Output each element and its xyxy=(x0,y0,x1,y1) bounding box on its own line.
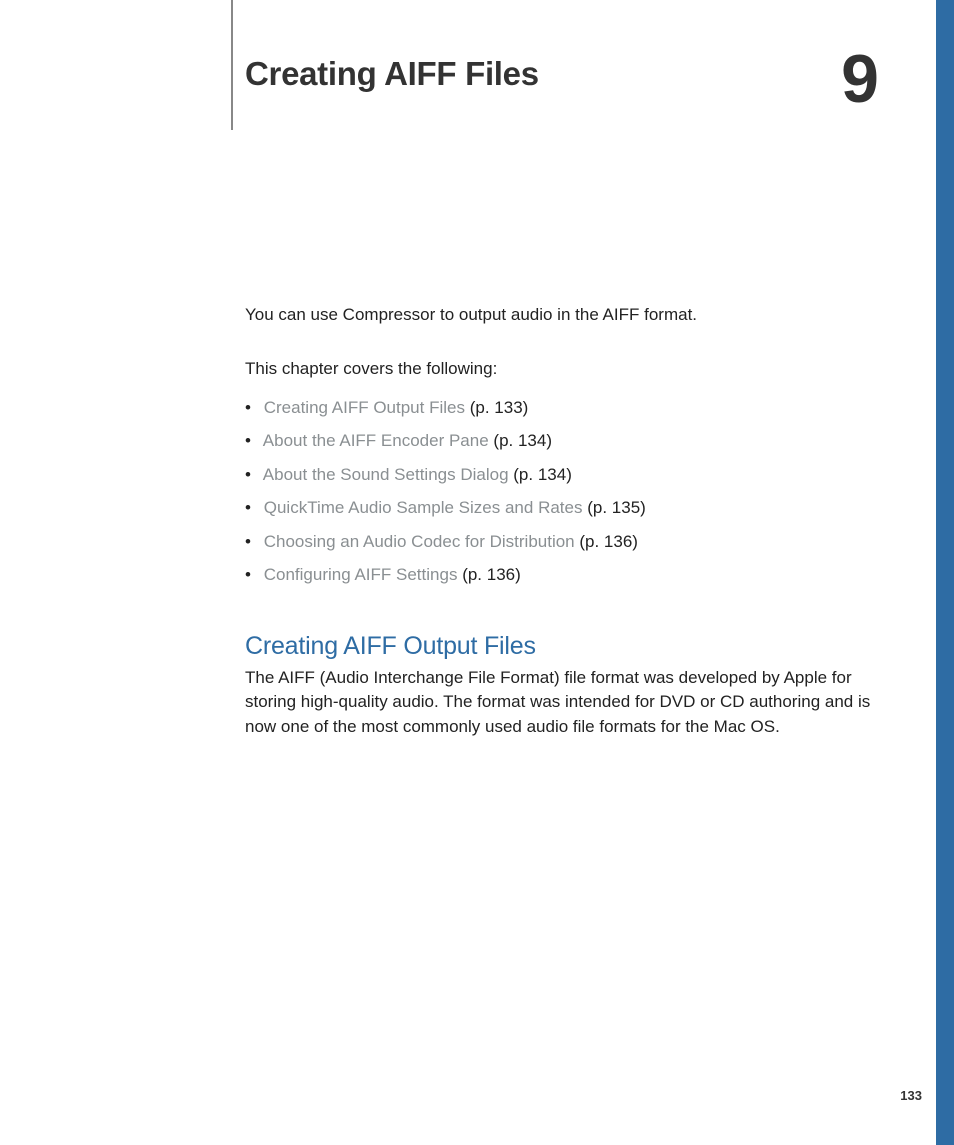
toc-page-ref: (p. 136) xyxy=(579,532,638,551)
chapter-toc: • Creating AIFF Output Files (p. 133) • … xyxy=(245,391,875,592)
bullet-icon: • xyxy=(245,529,259,555)
bullet-icon: • xyxy=(245,495,259,521)
toc-link[interactable]: QuickTime Audio Sample Sizes and Rates xyxy=(264,498,583,517)
page-accent-bar xyxy=(936,0,954,1145)
toc-page-ref: (p. 134) xyxy=(513,465,572,484)
toc-item: • About the Sound Settings Dialog (p. 13… xyxy=(245,458,875,492)
document-page: 9 Creating AIFF Files You can use Compre… xyxy=(0,0,954,1145)
toc-page-ref: (p. 134) xyxy=(493,431,552,450)
section-heading: Creating AIFF Output Files xyxy=(245,632,875,661)
toc-link[interactable]: Configuring AIFF Settings xyxy=(264,565,458,584)
toc-page-ref: (p. 135) xyxy=(587,498,646,517)
section-body: The AIFF (Audio Interchange File Format)… xyxy=(245,666,875,740)
chapter-title: Creating AIFF Files xyxy=(245,55,875,93)
toc-link[interactable]: Choosing an Audio Codec for Distribution xyxy=(264,532,575,551)
bullet-icon: • xyxy=(245,395,259,421)
toc-link[interactable]: About the AIFF Encoder Pane xyxy=(263,431,489,450)
bullet-icon: • xyxy=(245,462,259,488)
page-number: 133 xyxy=(900,1088,922,1103)
chapter-covers-label: This chapter covers the following: xyxy=(245,357,875,381)
toc-item: • Configuring AIFF Settings (p. 136) xyxy=(245,558,875,592)
bullet-icon: • xyxy=(245,562,259,588)
intro-text: You can use Compressor to output audio i… xyxy=(245,303,875,327)
toc-item: • QuickTime Audio Sample Sizes and Rates… xyxy=(245,491,875,525)
toc-item: • Choosing an Audio Codec for Distributi… xyxy=(245,525,875,559)
toc-page-ref: (p. 136) xyxy=(462,565,521,584)
bullet-icon: • xyxy=(245,428,259,454)
toc-item: • About the AIFF Encoder Pane (p. 134) xyxy=(245,424,875,458)
chapter-header-rule xyxy=(231,0,233,130)
toc-page-ref: (p. 133) xyxy=(470,398,529,417)
content-area: Creating AIFF Files You can use Compress… xyxy=(245,55,875,740)
toc-link[interactable]: Creating AIFF Output Files xyxy=(264,398,465,417)
toc-item: • Creating AIFF Output Files (p. 133) xyxy=(245,391,875,425)
toc-link[interactable]: About the Sound Settings Dialog xyxy=(263,465,509,484)
